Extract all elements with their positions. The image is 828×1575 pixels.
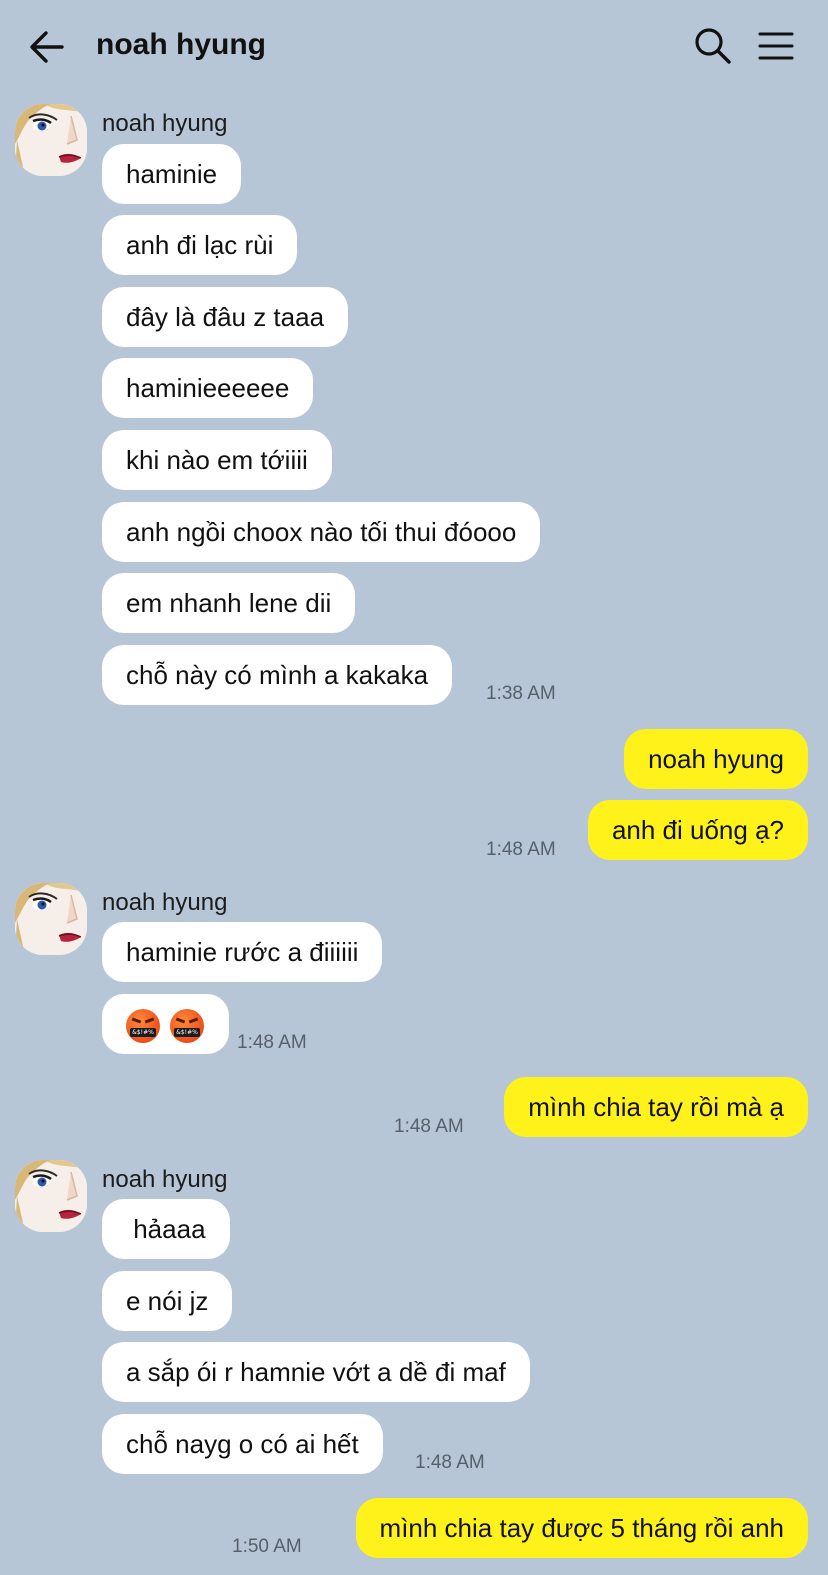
message-bubble-outgoing[interactable]: mình chia tay rồi mà ạ xyxy=(504,1077,808,1137)
sender-name: noah hyung xyxy=(102,1166,228,1193)
emoji-bubble[interactable]: &$!#% &$!#% xyxy=(102,994,229,1054)
message-bubble-incoming[interactable]: chỗ này có mình a kakaka xyxy=(102,645,453,705)
sender-avatar[interactable] xyxy=(15,883,87,955)
message-timestamp: 1:48 AM xyxy=(394,1116,464,1137)
message-timestamp: 1:38 AM xyxy=(486,683,556,704)
chat-header: noah hyung xyxy=(0,0,828,92)
message-bubble-incoming[interactable]: chỗ nayg o có ai hết xyxy=(102,1414,383,1474)
message-timestamp: 1:48 AM xyxy=(415,1452,485,1473)
message-bubble-incoming[interactable]: haminie xyxy=(102,144,242,204)
message-bubble-incoming[interactable]: hảaaa xyxy=(102,1199,230,1259)
message-bubble-incoming[interactable]: anh ngồi choox nào tối thui đóooo xyxy=(102,502,541,562)
message-bubble-incoming[interactable]: e nói jz xyxy=(102,1271,233,1331)
message-bubble-incoming[interactable]: khi nào em tớiiii xyxy=(102,430,332,490)
menu-button[interactable] xyxy=(756,28,796,64)
sender-avatar[interactable] xyxy=(15,1160,87,1232)
message-bubble-incoming[interactable]: em nhanh lene dii xyxy=(102,573,356,633)
back-button[interactable] xyxy=(26,26,68,68)
search-icon xyxy=(695,28,731,64)
avatar-image xyxy=(15,104,87,176)
enraged-face-emoji: &$!#% xyxy=(170,1009,204,1044)
avatar-image xyxy=(15,883,87,955)
avatar-image xyxy=(15,1160,87,1232)
message-bubble-incoming[interactable]: đây là đâu z taaa xyxy=(102,287,349,347)
message-bubble-incoming[interactable]: haminieeeeee xyxy=(102,358,314,418)
sender-name: noah hyung xyxy=(102,110,228,137)
chat-title: noah hyung xyxy=(96,28,266,61)
search-button[interactable] xyxy=(693,26,733,66)
message-bubble-incoming[interactable]: a sắp ói r hamnie vớt a dề đi maf xyxy=(102,1342,530,1402)
menu-icon xyxy=(758,32,794,60)
message-bubble-outgoing[interactable]: anh đi uống ạ? xyxy=(587,800,808,860)
enraged-face-emoji: &$!#% xyxy=(126,1009,160,1044)
message-bubble-outgoing[interactable]: mình chia tay được 5 tháng rồi anh xyxy=(355,1498,808,1558)
message-bubble-incoming[interactable]: anh đi lạc rùi xyxy=(102,215,298,275)
message-timestamp: 1:50 AM xyxy=(232,1536,302,1557)
message-timestamp: 1:48 AM xyxy=(486,839,556,860)
message-bubble-incoming[interactable]: haminie rước a điiiiii xyxy=(102,922,383,982)
back-arrow-icon xyxy=(30,31,64,63)
message-bubble-outgoing[interactable]: noah hyung xyxy=(624,729,808,789)
sender-avatar[interactable] xyxy=(15,104,87,176)
sender-name: noah hyung xyxy=(102,889,228,916)
message-timestamp: 1:48 AM xyxy=(237,1032,307,1053)
